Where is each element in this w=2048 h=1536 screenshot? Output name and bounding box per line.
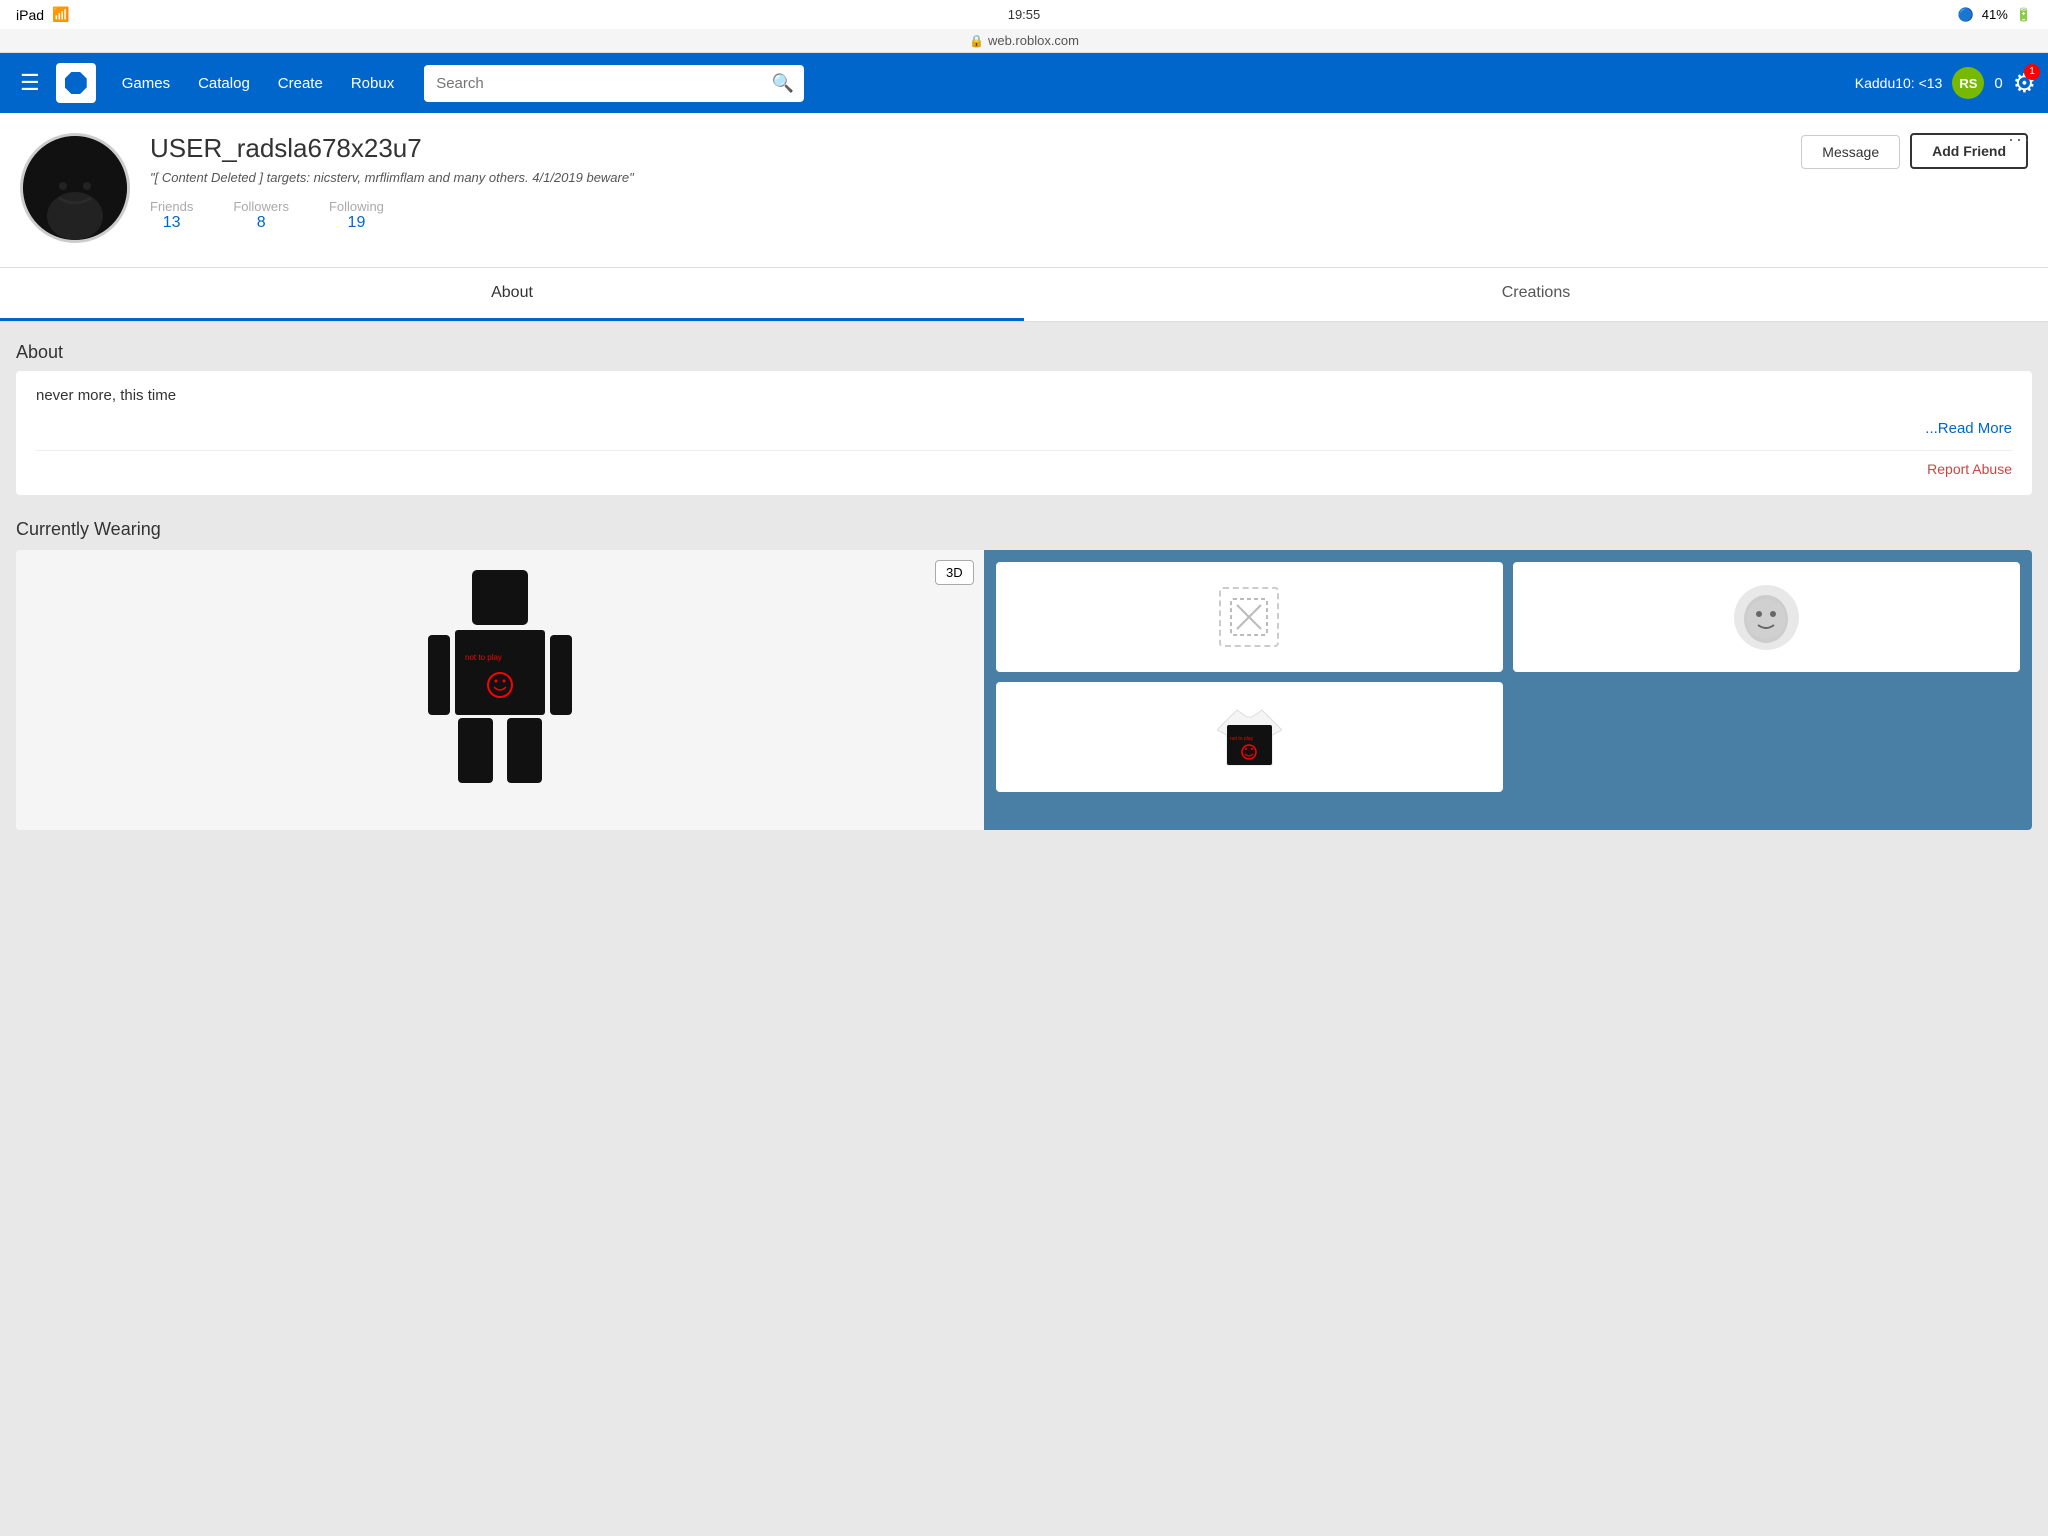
wearing-item-3[interactable]: not to play bbox=[996, 682, 1503, 792]
profile-section: USER_radsla678x23u7 "[ Content Deleted ]… bbox=[0, 113, 2048, 268]
settings-badge: 1 bbox=[2024, 64, 2040, 80]
friends-label: Friends bbox=[150, 199, 193, 214]
tabs-section: About Creations bbox=[0, 268, 2048, 322]
roblox-logo-icon bbox=[65, 72, 87, 94]
search-bar[interactable]: 🔍 bbox=[424, 65, 804, 102]
wifi-icon: 📶 bbox=[52, 6, 69, 23]
time-display: 19:55 bbox=[1008, 7, 1041, 22]
status-bar-center: 19:55 bbox=[1008, 7, 1041, 22]
wearing-items-grid: not to play bbox=[984, 550, 2032, 830]
svg-text:not to play: not to play bbox=[465, 653, 502, 662]
profile-info: USER_radsla678x23u7 "[ Content Deleted ]… bbox=[150, 133, 1781, 232]
svg-text:not to play: not to play bbox=[1230, 736, 1254, 742]
nav-robux[interactable]: Robux bbox=[337, 67, 408, 100]
navbar: ☰ Games Catalog Create Robux 🔍 Kaddu10: … bbox=[0, 53, 2048, 113]
url-bar[interactable]: 🔒 web.roblox.com bbox=[0, 29, 2048, 53]
status-bar-right: 🔵 41% 🔋 bbox=[1958, 7, 2032, 23]
about-title: About bbox=[16, 342, 2032, 363]
no-image-icon bbox=[1229, 597, 1269, 637]
item-head-display bbox=[1734, 585, 1799, 650]
report-abuse-link[interactable]: Report Abuse bbox=[1927, 461, 2012, 477]
wearing-item-1[interactable] bbox=[996, 562, 1503, 672]
followers-count[interactable]: 8 bbox=[233, 214, 289, 232]
tab-creations[interactable]: Creations bbox=[1024, 268, 2048, 321]
search-input[interactable] bbox=[424, 67, 762, 100]
nav-catalog[interactable]: Catalog bbox=[184, 67, 264, 100]
wearing-section: Currently Wearing not to play bbox=[0, 507, 2048, 830]
3d-button[interactable]: 3D bbox=[935, 560, 974, 585]
profile-bio: "[ Content Deleted ] targets: nicsterv, … bbox=[150, 170, 1781, 185]
search-button[interactable]: 🔍 bbox=[762, 65, 804, 102]
lock-icon: 🔒 bbox=[969, 34, 984, 48]
character-model: not to play bbox=[400, 560, 600, 820]
nav-games[interactable]: Games bbox=[108, 67, 184, 100]
profile-tabs: About Creations bbox=[0, 268, 2048, 322]
ipad-label: iPad bbox=[16, 7, 44, 23]
avatar-image bbox=[23, 136, 127, 240]
friends-count[interactable]: 13 bbox=[150, 214, 193, 232]
shirt-item-icon: not to play bbox=[1217, 705, 1282, 770]
stat-followers: Followers 8 bbox=[233, 199, 289, 232]
profile-stats: Friends 13 Followers 8 Following 19 bbox=[150, 199, 1781, 232]
read-more-link[interactable]: ...Read More bbox=[1925, 420, 2012, 437]
battery-percent: 41% bbox=[1982, 7, 2008, 22]
nav-links: Games Catalog Create Robux bbox=[108, 67, 408, 100]
read-more-row: ...Read More bbox=[36, 420, 2012, 451]
tab-about[interactable]: About bbox=[0, 268, 1024, 321]
status-bar-left: iPad 📶 bbox=[16, 6, 69, 23]
wearing-title: Currently Wearing bbox=[16, 519, 2032, 540]
navbar-right: Kaddu10: <13 RS 0 ⚙ 1 bbox=[1855, 67, 2036, 99]
bluetooth-icon: 🔵 bbox=[1958, 7, 1974, 23]
following-label: Following bbox=[329, 199, 384, 214]
about-bio-text: never more, this time bbox=[36, 387, 2012, 404]
about-card: never more, this time ...Read More Repor… bbox=[16, 371, 2032, 495]
settings-icon[interactable]: ⚙ 1 bbox=[2013, 68, 2036, 99]
stat-following: Following 19 bbox=[329, 199, 384, 232]
menu-button[interactable]: ☰ bbox=[12, 62, 48, 104]
more-options-button[interactable]: ··· bbox=[2008, 129, 2032, 150]
message-button[interactable]: Message bbox=[1801, 135, 1900, 169]
robux-icon[interactable]: RS bbox=[1952, 67, 1984, 99]
report-abuse-row: Report Abuse bbox=[36, 461, 2012, 479]
stat-friends: Friends 13 bbox=[150, 199, 193, 232]
profile-actions: Message Add Friend bbox=[1801, 133, 2028, 173]
profile-username: USER_radsla678x23u7 bbox=[150, 133, 1781, 164]
robux-count: 0 bbox=[1994, 75, 2002, 92]
about-section: About never more, this time ...Read More… bbox=[0, 330, 2048, 507]
head-item-icon bbox=[1736, 587, 1796, 647]
nav-create[interactable]: Create bbox=[264, 67, 337, 100]
roblox-logo[interactable] bbox=[56, 63, 96, 103]
navbar-username: Kaddu10: <13 bbox=[1855, 75, 1943, 91]
wearing-model: not to play 3D bbox=[16, 550, 984, 830]
url-text: web.roblox.com bbox=[988, 33, 1079, 48]
item-placeholder-icon bbox=[1219, 587, 1279, 647]
wearing-card: not to play 3D bbox=[16, 550, 2032, 830]
profile-avatar bbox=[20, 133, 130, 243]
followers-label: Followers bbox=[233, 199, 289, 214]
main-content: About Creations About never more, this t… bbox=[0, 268, 2048, 830]
following-count[interactable]: 19 bbox=[329, 214, 384, 232]
item-shirt-display: not to play bbox=[1214, 702, 1284, 772]
wearing-item-2[interactable] bbox=[1513, 562, 2020, 672]
battery-icon: 🔋 bbox=[2016, 7, 2032, 23]
status-bar: iPad 📶 19:55 🔵 41% 🔋 bbox=[0, 0, 2048, 29]
